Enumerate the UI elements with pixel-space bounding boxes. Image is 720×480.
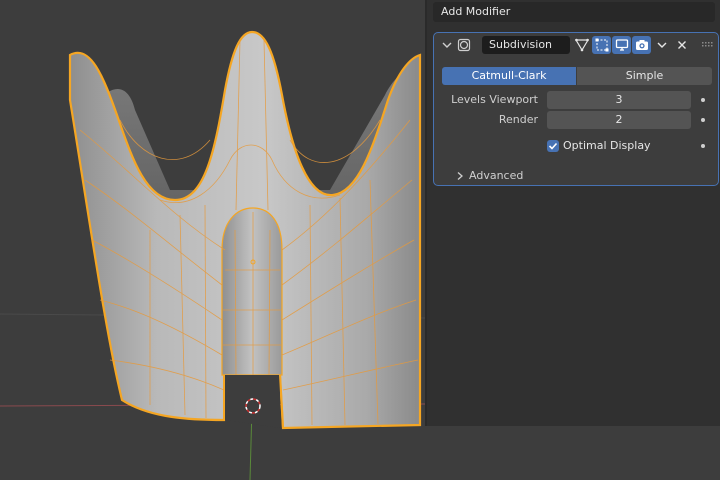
levels-viewport-field[interactable]: 3 (547, 91, 691, 109)
mesh-gap (225, 375, 280, 428)
add-modifier-dropdown[interactable]: Add Modifier (433, 2, 715, 22)
close-icon (677, 41, 686, 49)
viewport-display-toggle[interactable] (612, 36, 631, 54)
checkmark-icon (548, 142, 558, 150)
viewport-canvas (0, 30, 425, 480)
simple-option[interactable]: Simple (577, 67, 712, 85)
render-camera-icon (635, 40, 648, 50)
optimal-display-label[interactable]: Optimal Display (563, 137, 651, 155)
keyframe-dot-icon[interactable] (701, 144, 705, 148)
edit-mode-icon (595, 38, 608, 52)
chevron-right-icon[interactable] (455, 171, 465, 181)
catmull-clark-option[interactable]: Catmull-Clark (442, 67, 576, 85)
keyframe-dot-icon[interactable] (701, 98, 705, 102)
remove-modifier-button[interactable] (672, 36, 691, 54)
optimal-display-checkbox[interactable] (547, 140, 559, 152)
chevron-down-icon (657, 42, 666, 48)
empty-area (425, 426, 720, 480)
modifier-name-field[interactable]: Subdivision (482, 36, 570, 54)
drag-handle-icon[interactable] (702, 42, 714, 48)
collapse-chevron-icon[interactable] (441, 39, 453, 51)
edit-mode-toggle[interactable] (592, 36, 611, 54)
mesh-arch (221, 207, 283, 376)
edit-mode-cage-toggle[interactable] (572, 36, 591, 54)
viewport-display-icon (615, 39, 628, 51)
advanced-subpanel-header[interactable]: Advanced (469, 167, 523, 185)
levels-viewport-label: Levels Viewport (451, 93, 538, 106)
render-toggle[interactable] (632, 36, 651, 54)
render-levels-label: Render (498, 113, 538, 126)
keyframe-dot-icon[interactable] (701, 118, 705, 122)
render-levels-field[interactable]: 2 (547, 111, 691, 129)
modifier-options-dropdown[interactable] (652, 36, 671, 54)
properties-panel: Add Modifier Subdivision Catmull-Clark S… (427, 0, 720, 426)
3d-viewport[interactable] (0, 0, 425, 480)
edit-mode-cage-icon (574, 38, 589, 52)
subdivision-modifier-panel: Subdivision Catmull-Clark Simple Levels … (433, 32, 719, 186)
subdivision-modifier-icon (457, 38, 471, 52)
